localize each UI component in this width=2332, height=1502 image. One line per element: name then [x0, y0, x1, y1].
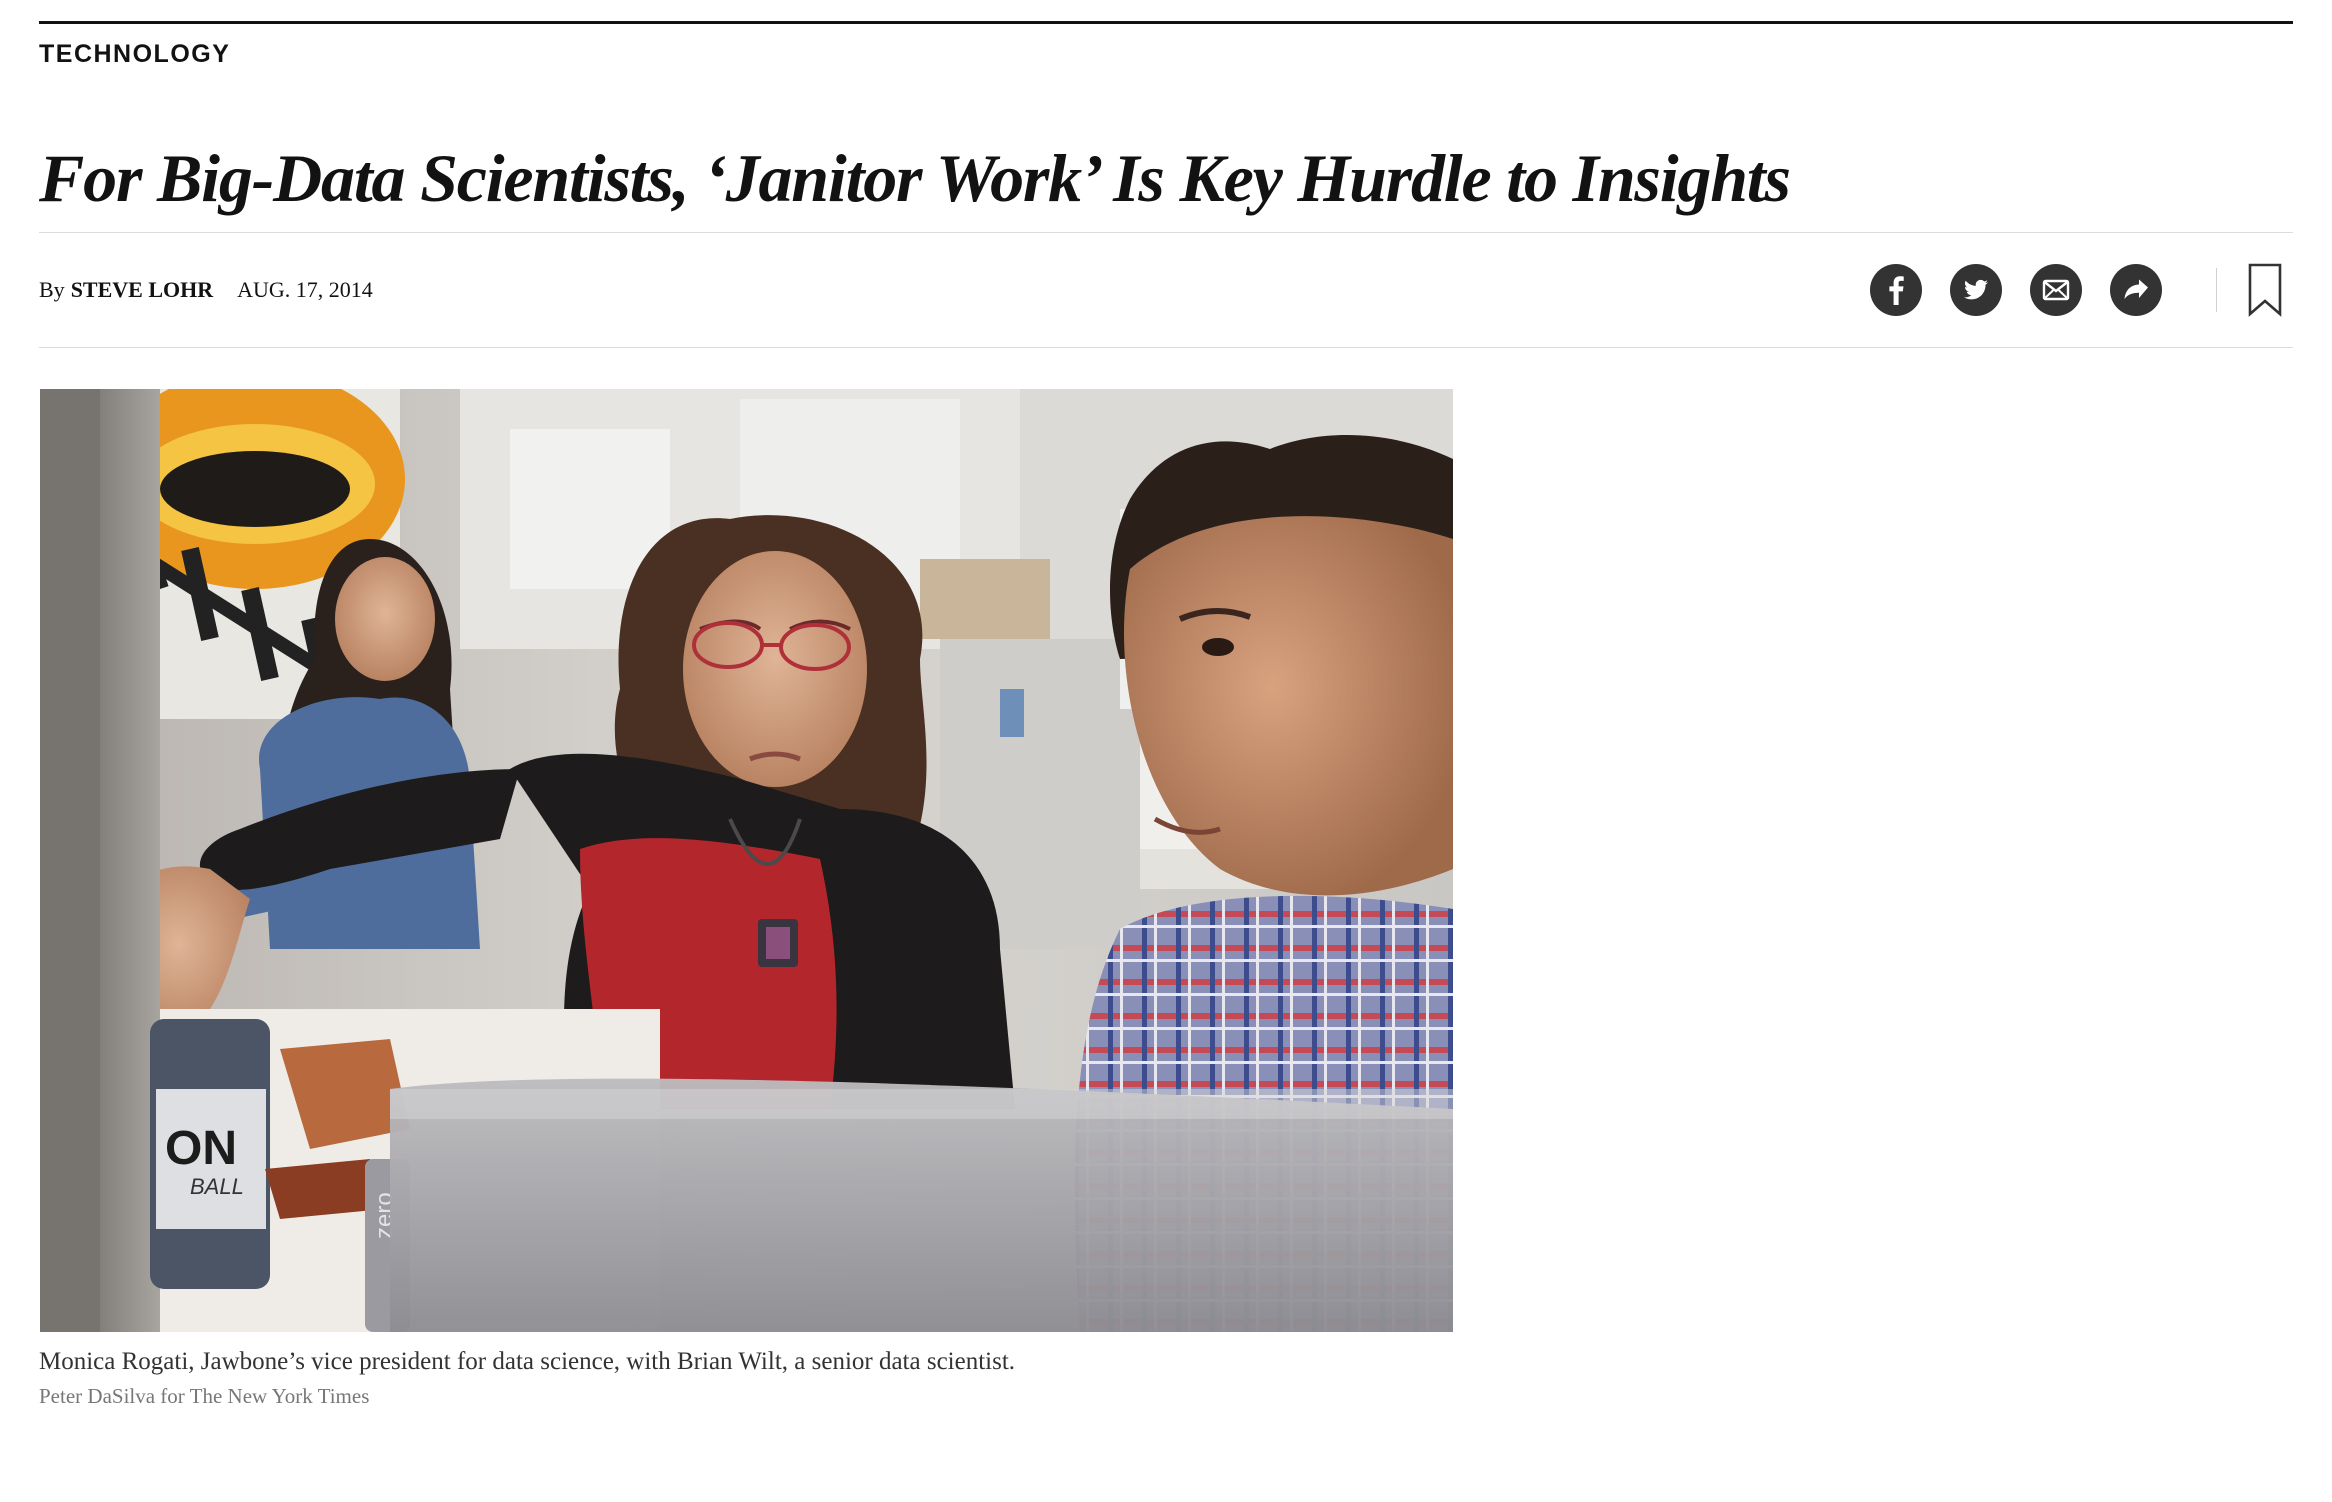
article-page: TECHNOLOGY For Big-Data Scientists, ‘Jan… — [39, 0, 2293, 1502]
email-icon — [2042, 279, 2070, 301]
twitter-icon — [1964, 279, 1988, 300]
twitter-share-button[interactable] — [1950, 264, 2002, 316]
headline-divider — [39, 232, 2293, 233]
share-tools — [1870, 262, 2293, 318]
bookmark-icon — [2248, 263, 2282, 317]
photo-caption: Monica Rogati, Jawbone’s vice president … — [39, 1348, 1016, 1375]
section-kicker[interactable]: TECHNOLOGY — [39, 37, 230, 71]
bottle-label: ON — [165, 1122, 237, 1175]
email-share-button[interactable] — [2030, 264, 2082, 316]
more-share-button[interactable] — [2110, 264, 2162, 316]
byline: By STEVE LOHR AUG. 17, 2014 — [39, 268, 373, 312]
author-link[interactable]: STEVE LOHR — [71, 277, 213, 303]
share-icon — [2124, 279, 2148, 299]
top-rule — [39, 21, 2293, 24]
byline-prefix: By — [39, 277, 65, 302]
lead-photo[interactable]: ON BALL zero — [40, 389, 1453, 1332]
facebook-icon — [1889, 276, 1904, 305]
office-photo-illustration: ON BALL zero — [40, 389, 1453, 1332]
photo-credit: Peter DaSilva for The New York Times — [39, 1384, 370, 1408]
facebook-share-button[interactable] — [1870, 264, 1922, 316]
publish-date: AUG. 17, 2014 — [237, 277, 373, 302]
article-headline: For Big-Data Scientists, ‘Janitor Work’ … — [39, 140, 1791, 216]
bottle-sublabel: BALL — [190, 1174, 244, 1199]
share-divider — [2216, 268, 2217, 312]
save-article-button[interactable] — [2237, 262, 2293, 318]
byline-divider — [39, 347, 2293, 348]
